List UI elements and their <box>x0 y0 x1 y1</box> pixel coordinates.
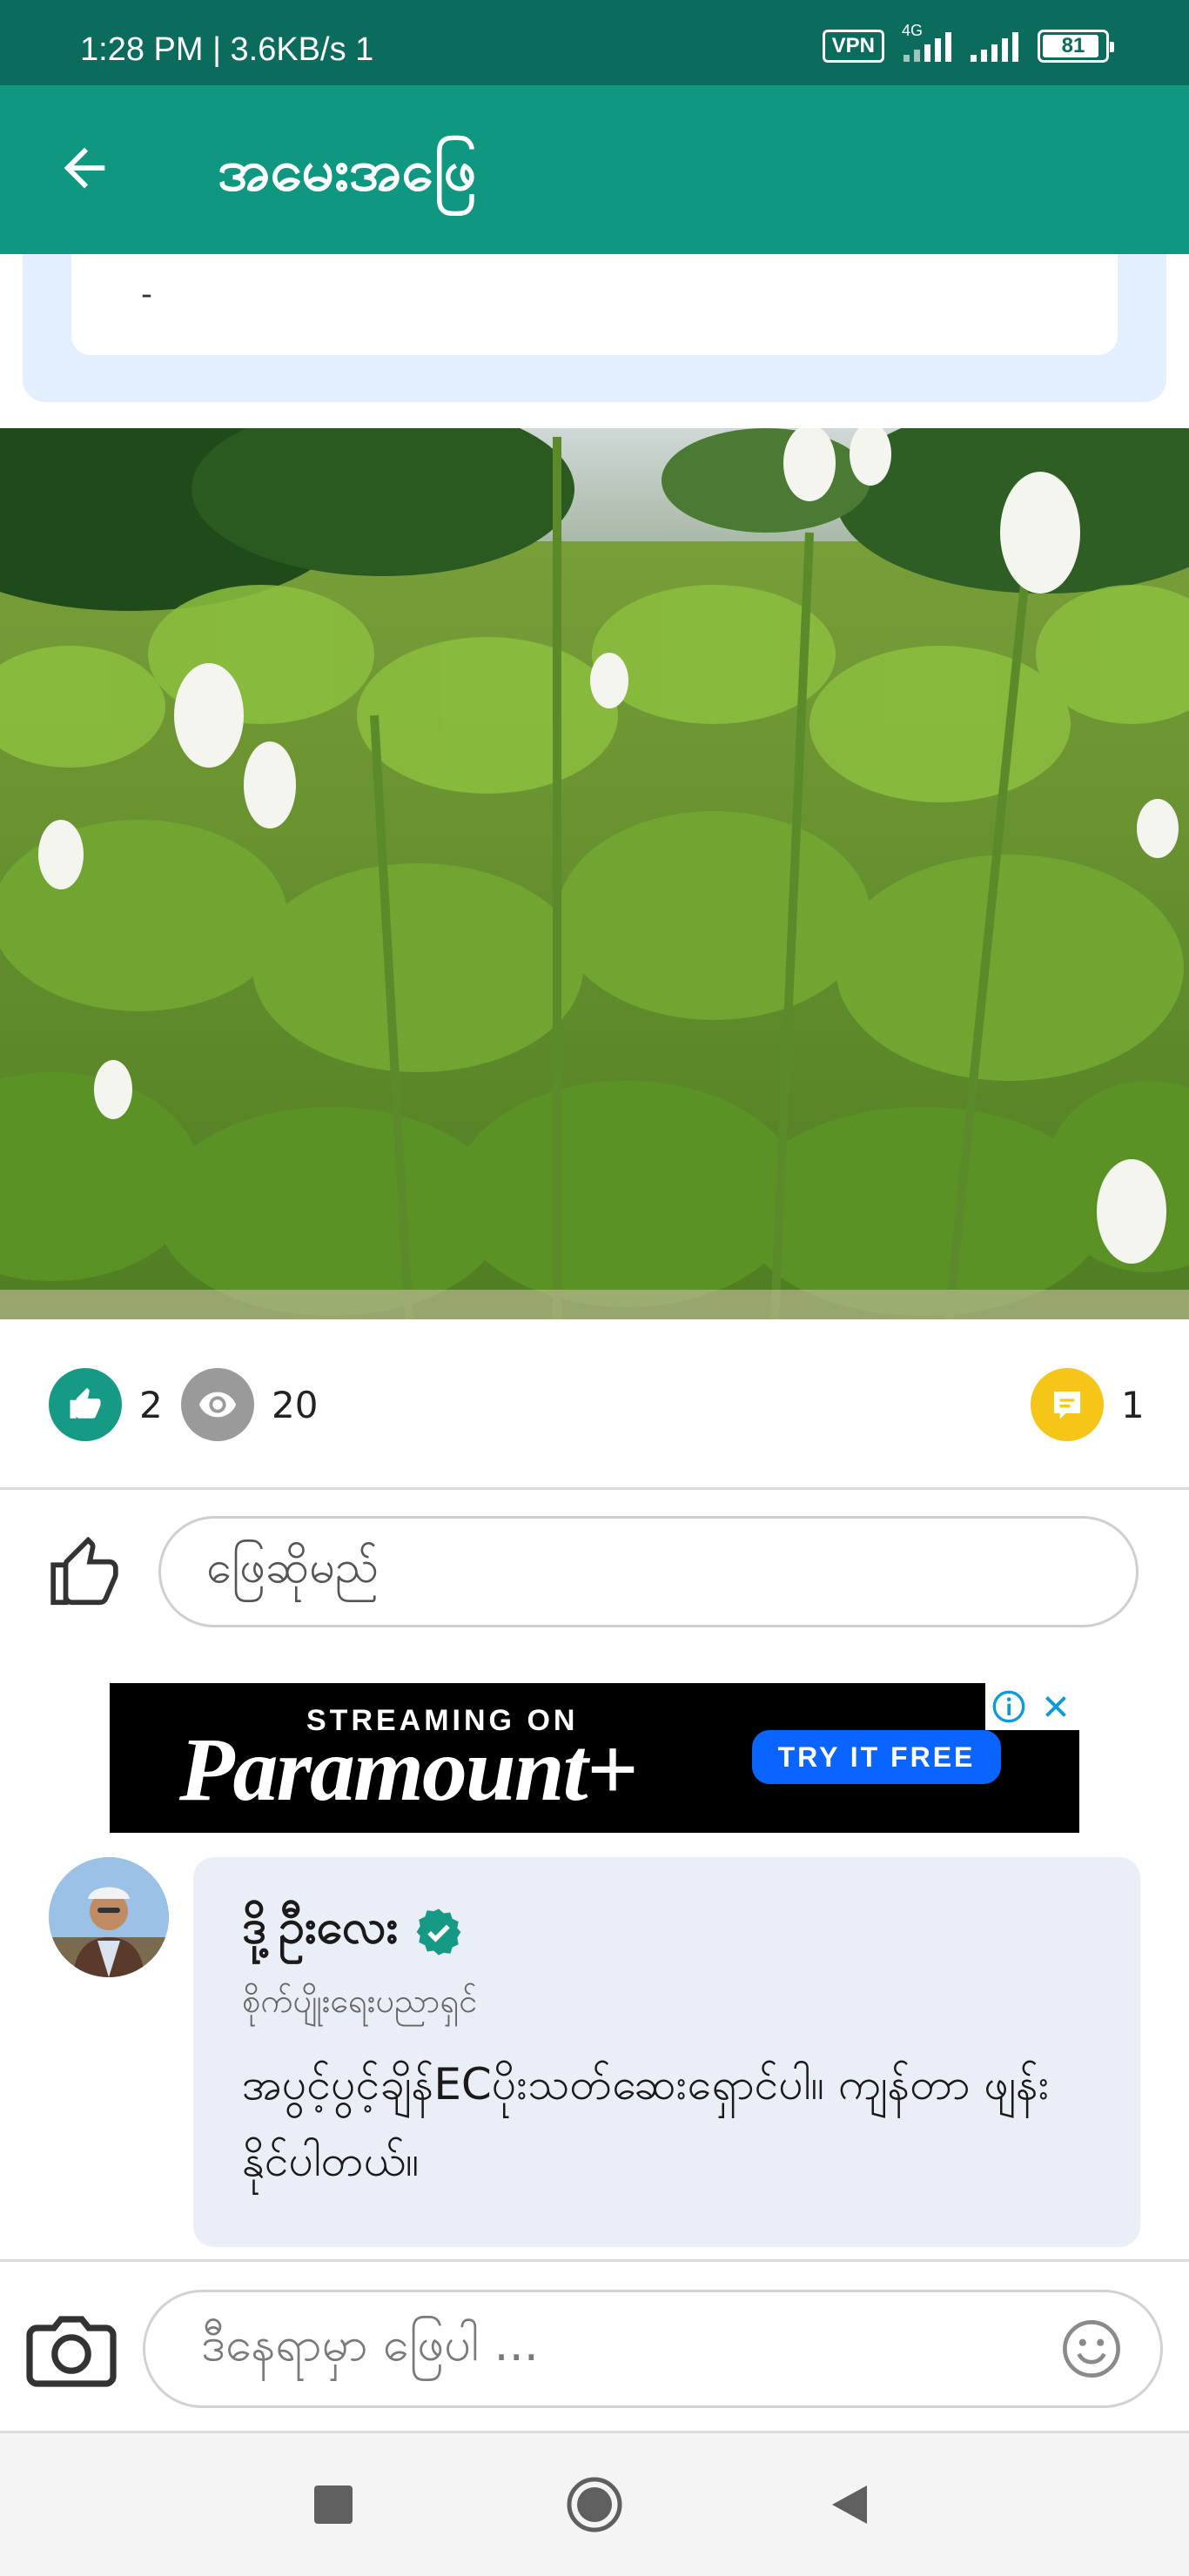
arrow-left-icon[interactable] <box>54 138 115 198</box>
vpn-badge: VPN <box>822 30 884 63</box>
answer-item: ဒို့ဦးလေး စိုက်ပျိုးရေးပညာရှင် အပွင့်ပွင… <box>0 1857 1189 2254</box>
question-detail-text: - <box>141 277 152 312</box>
thumbs-up-icon <box>49 1368 122 1441</box>
camera-icon[interactable] <box>26 2314 117 2387</box>
status-icons: VPN 4G 81 <box>822 22 1114 63</box>
app-bar: အမေးအဖြေ <box>0 85 1189 254</box>
reply-row: ဖြေဆိုမည် <box>0 1490 1189 1647</box>
views-stat: 20 <box>181 1368 318 1441</box>
page-title: အမေးအဖြေ <box>218 137 477 204</box>
question-photo[interactable] <box>0 428 1189 1319</box>
author-role: စိုက်ပျိုးရေးပညာရှင် <box>242 1982 478 2020</box>
likes-count: 2 <box>139 1383 163 1426</box>
comments-count: 1 <box>1121 1383 1145 1426</box>
system-nav-bar <box>0 2433 1189 2576</box>
answer-input[interactable]: ဒီနေရာမှာ ဖြေပါ ... <box>143 2290 1163 2408</box>
answer-input-placeholder: ဒီနေရာမှာ ဖြေပါ ... <box>201 2316 539 2371</box>
signal-strength-icon <box>971 30 1018 62</box>
eye-icon <box>181 1368 254 1441</box>
ad-info-icon[interactable] <box>985 1683 1032 1730</box>
status-bar: 1:28 PM | 3.6KB/s 1 VPN 4G 81 <box>0 0 1189 85</box>
post-stats: 2 20 1 <box>0 1319 1189 1490</box>
sesame-field-image <box>0 428 1189 1319</box>
ad-cta-button[interactable]: TRY IT FREE <box>752 1730 1001 1784</box>
emoji-icon[interactable] <box>1061 2318 1122 2379</box>
mobile-signal-icon: 4G <box>902 22 951 62</box>
comment-icon <box>1031 1368 1104 1441</box>
answer-text: အပွင့်ပွင့်ချိန်ECပိုးသတ်ဆေးရှောင်ပါ။ ကျ… <box>242 2059 1050 2186</box>
answer-button[interactable]: ဖြေဆိုမည် <box>158 1516 1139 1627</box>
back-triangle-icon[interactable] <box>830 2484 869 2526</box>
ad-controls <box>985 1683 1079 1730</box>
ad-brand: Paramount+ <box>179 1720 638 1820</box>
answer-bubble: ဒို့ဦးလေး စိုက်ပျိုးရေးပညာရှင် အပွင့်ပွင… <box>193 1857 1140 2247</box>
question-detail: - <box>71 254 1118 355</box>
battery-level: 81 <box>1061 34 1085 57</box>
thumbs-up-outline-icon[interactable] <box>47 1537 122 1612</box>
likes-stat[interactable]: 2 <box>49 1368 163 1441</box>
avatar[interactable] <box>49 1857 169 1977</box>
author-name-row: ဒို့ဦးလေး <box>242 1897 1092 1966</box>
network-type: 4G <box>902 22 924 39</box>
author-name[interactable]: ဒို့ဦးလေး <box>242 1897 398 1966</box>
recents-square-icon[interactable] <box>314 2485 353 2524</box>
composer-bar: ဒီနေရာမှာ ဖြေပါ ... <box>0 2259 1189 2433</box>
question-card: - <box>23 254 1166 402</box>
battery-icon: 81 <box>1038 30 1114 63</box>
ad-close-icon[interactable] <box>1032 1683 1079 1730</box>
comments-stat[interactable]: 1 <box>1031 1368 1145 1441</box>
status-time: 1:28 PM | 3.6KB/s 1 <box>80 31 374 68</box>
ad-banner[interactable]: STREAMING ON Paramount+ TRY IT FREE <box>110 1683 1079 1833</box>
views-count: 20 <box>272 1383 319 1426</box>
home-circle-icon[interactable] <box>566 2476 623 2533</box>
verified-badge-icon <box>416 1908 461 1955</box>
